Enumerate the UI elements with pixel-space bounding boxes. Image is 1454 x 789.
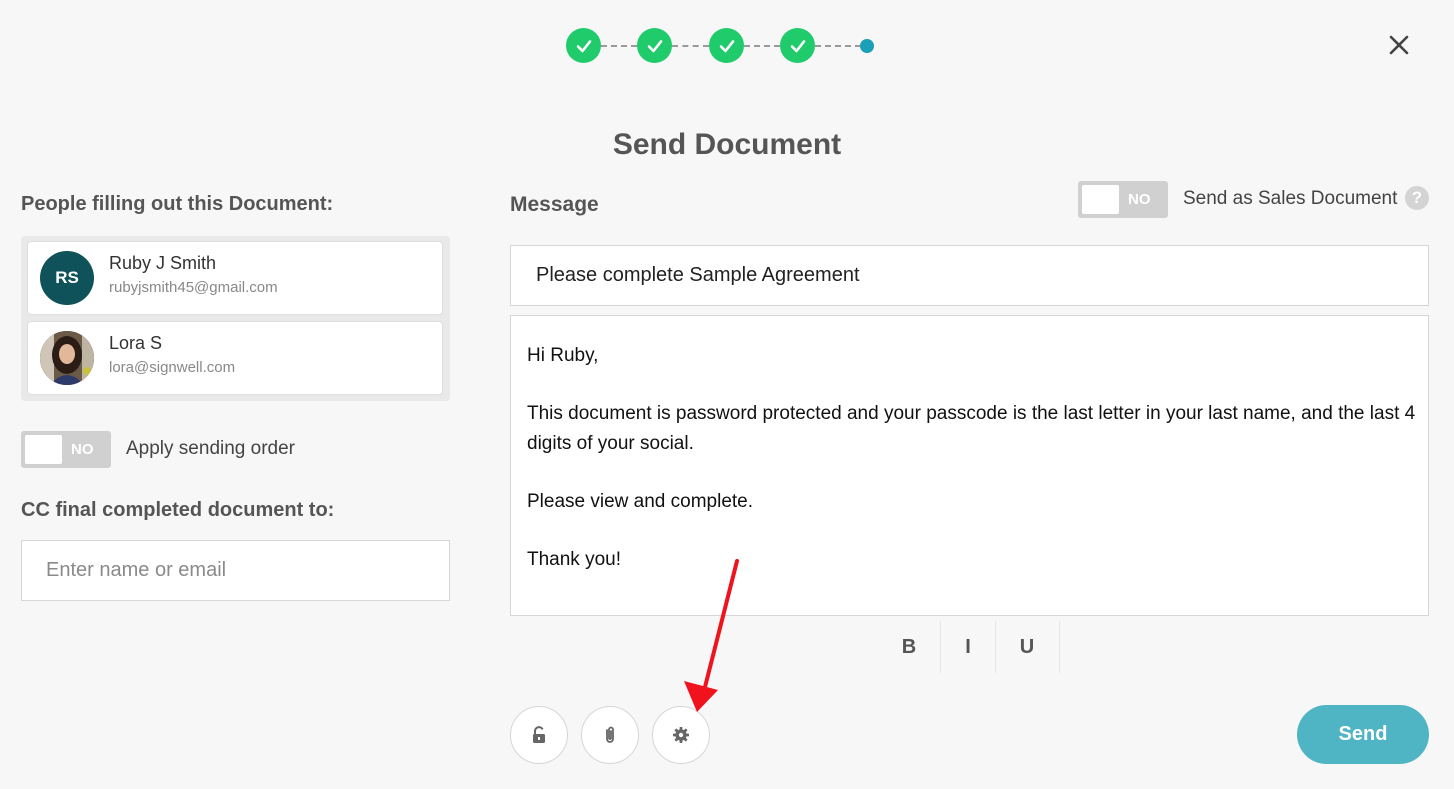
annotation-arrow xyxy=(684,559,739,712)
people-heading: People filling out this Document: xyxy=(21,193,334,215)
toggle-knob xyxy=(25,435,62,464)
toolbar-divider xyxy=(1059,621,1060,673)
check-icon xyxy=(647,39,662,52)
recipient-name: Ruby J Smith xyxy=(109,253,217,273)
step-5-current xyxy=(860,39,874,53)
help-icon[interactable]: ? xyxy=(1405,186,1429,210)
password-lock-button[interactable] xyxy=(510,706,568,764)
underline-button[interactable]: U xyxy=(997,621,1057,673)
page-title: Send Document xyxy=(612,128,842,161)
toggle-state: NO xyxy=(71,441,94,458)
message-line: Thank you! xyxy=(527,549,621,570)
step-connector xyxy=(672,45,709,47)
close-icon xyxy=(1389,35,1409,55)
progress-stepper xyxy=(566,28,878,64)
message-body-editor[interactable]: Hi Ruby, This document is password prote… xyxy=(510,315,1429,616)
recipient-card[interactable]: RS Ruby J Smith rubyjsmith45@gmail.com xyxy=(27,241,443,315)
step-4-complete xyxy=(780,28,815,63)
unlock-icon xyxy=(533,726,545,743)
toggle-knob xyxy=(1082,185,1119,214)
paperclip-icon xyxy=(606,726,614,743)
toolbar-divider xyxy=(995,621,996,673)
message-line: Hi Ruby, xyxy=(527,345,599,366)
close-button[interactable] xyxy=(1386,32,1412,58)
profile-photo xyxy=(40,331,94,385)
sending-order-label: Apply sending order xyxy=(126,438,295,459)
step-3-complete xyxy=(709,28,744,63)
message-line: Please view and complete. xyxy=(527,491,754,512)
recipients-list: RS Ruby J Smith rubyjsmith45@gmail.com L… xyxy=(21,236,450,401)
recipient-card[interactable]: Lora S lora@signwell.com xyxy=(27,321,443,395)
send-button[interactable]: Send xyxy=(1297,705,1429,764)
step-connector xyxy=(815,45,861,47)
subject-input[interactable] xyxy=(510,245,1429,306)
avatar: RS xyxy=(40,251,94,305)
check-icon xyxy=(576,39,591,52)
bold-button[interactable]: B xyxy=(879,621,939,673)
check-icon xyxy=(719,39,734,52)
message-label: Message xyxy=(510,193,599,216)
attachment-button[interactable] xyxy=(581,706,639,764)
step-2-complete xyxy=(637,28,672,63)
recipient-email: lora@signwell.com xyxy=(109,359,236,376)
step-connector xyxy=(744,45,780,47)
step-1-complete xyxy=(566,28,601,63)
message-line: This document is password protected and … xyxy=(527,403,1416,454)
sales-document-label: Send as Sales Document xyxy=(1183,188,1398,209)
cc-input[interactable] xyxy=(21,540,450,601)
step-connector xyxy=(601,45,637,47)
check-icon xyxy=(790,39,805,52)
italic-button[interactable]: I xyxy=(938,621,998,673)
sending-order-toggle[interactable]: NO xyxy=(21,431,111,468)
sales-document-toggle[interactable]: NO xyxy=(1078,181,1168,218)
toggle-state: NO xyxy=(1128,191,1151,208)
avatar-photo xyxy=(40,331,94,385)
recipient-name: Lora S xyxy=(109,333,163,353)
gear-icon xyxy=(673,727,689,743)
recipient-email: rubyjsmith45@gmail.com xyxy=(109,279,278,296)
cc-heading: CC final completed document to: xyxy=(21,499,335,521)
